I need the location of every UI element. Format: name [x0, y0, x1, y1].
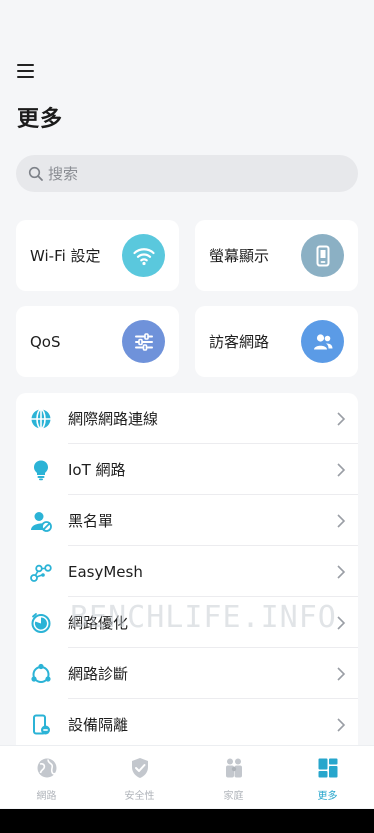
tab-network[interactable]: 網路: [0, 746, 93, 809]
chevron-right-icon: [337, 717, 346, 732]
card-qos[interactable]: QoS: [16, 306, 179, 377]
blocked-user-icon: [29, 509, 53, 533]
phone-screen-icon: [301, 234, 344, 277]
card-label: 訪客網路: [209, 333, 270, 351]
tab-family[interactable]: 家庭: [187, 746, 280, 809]
chevron-right-icon: [337, 666, 346, 681]
lightbulb-icon: [29, 458, 53, 482]
sliders-icon: [122, 320, 165, 363]
mesh-network-icon: [29, 560, 53, 584]
globe-icon: [29, 407, 53, 431]
chevron-right-icon: [337, 615, 346, 630]
list-item-device-isolation[interactable]: 設備隔離: [16, 699, 358, 750]
guests-icon: [301, 320, 344, 363]
card-guest-network[interactable]: 訪客網路: [195, 306, 358, 377]
search-bar[interactable]: [16, 155, 358, 192]
hamburger-menu-icon[interactable]: [16, 62, 36, 80]
tab-security[interactable]: 安全性: [93, 746, 186, 809]
bottom-tab-bar: 網路 安全性 家庭 更多: [0, 745, 374, 808]
tab-more[interactable]: 更多: [281, 746, 374, 809]
page-title: 更多: [17, 107, 64, 132]
wifi-icon: [122, 234, 165, 277]
system-navigation-bar: [0, 809, 374, 833]
search-icon: [28, 166, 43, 181]
network-tab-icon: [37, 758, 56, 778]
more-tab-icon: [318, 758, 337, 778]
list-item-iot-network[interactable]: IoT 網路: [16, 444, 358, 495]
list-item-internet-connection[interactable]: 網際網路連線: [16, 393, 358, 444]
list-item-label: 網際網路連線: [68, 410, 159, 428]
list-item-easymesh[interactable]: EasyMesh: [16, 546, 358, 597]
device-isolation-icon: [29, 713, 53, 737]
tab-label: 網路: [36, 791, 57, 802]
list-item-label: 設備隔離: [68, 716, 129, 734]
list-item-label: EasyMesh: [68, 562, 143, 581]
card-label: QoS: [30, 332, 61, 351]
list-item-label: 網路優化: [68, 614, 129, 632]
optimize-icon: [29, 611, 53, 635]
chevron-right-icon: [337, 462, 346, 477]
list-item-label: 網路診斷: [68, 665, 129, 683]
card-label: Wi-Fi 設定: [30, 247, 101, 265]
list-item-label: 黑名單: [68, 512, 114, 530]
chevron-right-icon: [337, 513, 346, 528]
list-item-blacklist[interactable]: 黑名單: [16, 495, 358, 546]
card-wifi-settings[interactable]: Wi-Fi 設定: [16, 220, 179, 291]
search-input[interactable]: [48, 164, 328, 183]
chevron-right-icon: [337, 411, 346, 426]
card-label: 螢幕顯示: [209, 247, 270, 265]
family-tab-icon: [225, 758, 242, 778]
header: 更多: [0, 0, 374, 140]
chevron-right-icon: [337, 564, 346, 579]
tab-label: 安全性: [124, 791, 155, 802]
card-screen-display[interactable]: 螢幕顯示: [195, 220, 358, 291]
shield-tab-icon: [131, 758, 148, 778]
list-item-network-diagnosis[interactable]: 網路診斷: [16, 648, 358, 699]
tab-label: 家庭: [223, 791, 244, 802]
list-item-network-optimization[interactable]: 網路優化: [16, 597, 358, 648]
settings-list: 網際網路連線 IoT 網路 黑名單 EasyMesh 網路優化 網路診斷 設備隔…: [16, 393, 358, 753]
diagnosis-icon: [29, 662, 53, 686]
tab-label: 更多: [317, 791, 338, 802]
list-item-label: IoT 網路: [68, 461, 126, 479]
